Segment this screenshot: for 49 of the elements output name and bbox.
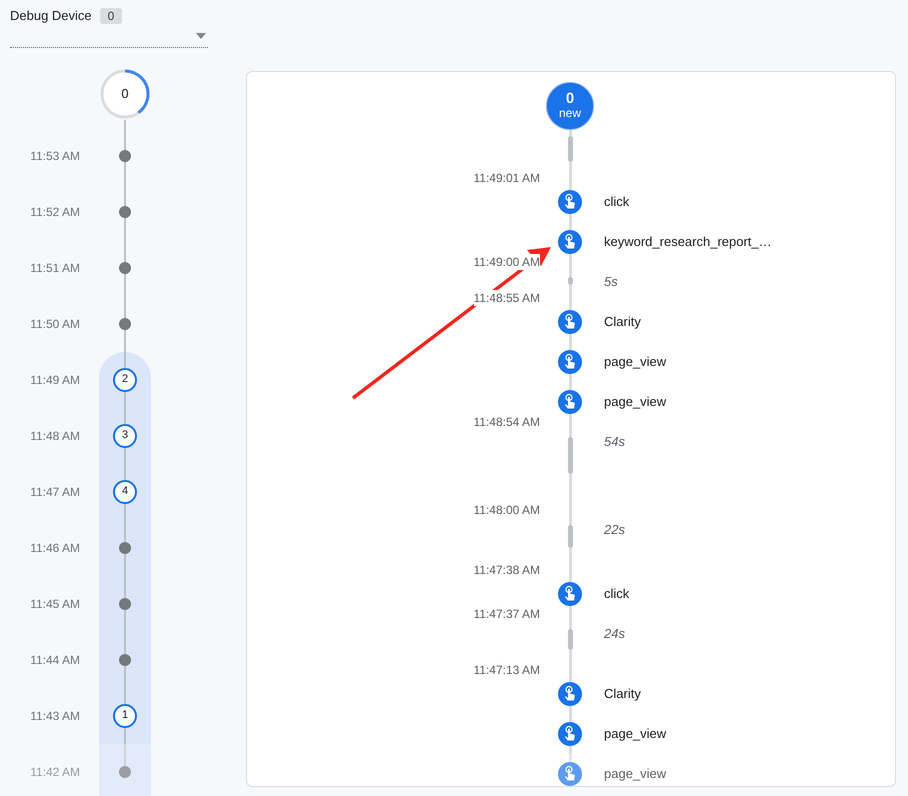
hand-pointer-icon[interactable]	[558, 230, 582, 254]
timeline-gap-marker	[568, 266, 572, 298]
event-name[interactable]: page_view	[598, 764, 666, 784]
minute-label: 11:43 AM	[29, 708, 80, 724]
hand-pointer-icon[interactable]	[558, 682, 582, 706]
minute-event-count[interactable]: 3	[113, 424, 137, 448]
gap-duration: 54s	[603, 433, 625, 450]
event-timestamp: 11:48:55 AM	[474, 290, 540, 306]
minute-event-count[interactable]: 1	[113, 704, 137, 728]
gap-duration: 5s	[603, 273, 618, 290]
event-name[interactable]: click	[598, 584, 630, 604]
minute-label: 11:52 AM	[29, 204, 80, 220]
minute-label: 11:46 AM	[29, 540, 80, 556]
minute-label: 11:53 AM	[29, 148, 80, 164]
event-name[interactable]: Clarity	[598, 684, 641, 704]
minute-event-count[interactable]: 4	[113, 480, 137, 504]
event-timestamp: 11:49:00 AM	[474, 254, 540, 270]
event-name[interactable]: page_view	[598, 352, 666, 372]
event-name[interactable]: keyword_research_report_…	[598, 232, 772, 252]
device-count: 0	[100, 8, 122, 24]
hand-pointer-icon[interactable]	[558, 390, 582, 414]
minute-label: 11:45 AM	[29, 596, 80, 612]
event-name[interactable]: click	[598, 192, 630, 212]
event-name[interactable]: page_view	[598, 724, 666, 744]
hand-pointer-icon[interactable]	[558, 582, 582, 606]
minute-label: 11:50 AM	[29, 316, 80, 332]
caret-icon	[196, 33, 206, 39]
minute-label: 11:48 AM	[29, 428, 80, 444]
timeline-gap-marker	[568, 514, 572, 570]
minute-label: 11:47 AM	[29, 484, 80, 500]
hand-pointer-icon[interactable]	[558, 762, 582, 786]
new-events-badge[interactable]: 0 new	[546, 82, 594, 130]
gap-duration: 22s	[603, 521, 625, 538]
hand-pointer-icon[interactable]	[558, 722, 582, 746]
total-count: 0	[120, 84, 130, 103]
timeline-gap-marker	[568, 618, 572, 670]
event-name[interactable]: Clarity	[598, 312, 641, 332]
minute-label: 11:51 AM	[29, 260, 80, 276]
minute-label: 11:42 AM	[29, 764, 80, 780]
device-label: Debug Device	[10, 7, 92, 25]
minute-label: 11:44 AM	[29, 652, 80, 668]
gap-duration: 24s	[603, 625, 625, 642]
hand-pointer-icon[interactable]	[558, 350, 582, 374]
event-name[interactable]: page_view	[598, 392, 666, 412]
minute-event-count[interactable]: 2	[113, 368, 137, 392]
timeline-gap-marker	[568, 130, 572, 178]
minute-label: 11:49 AM	[29, 372, 80, 388]
hand-pointer-icon[interactable]	[558, 190, 582, 214]
hand-pointer-icon[interactable]	[558, 310, 582, 334]
